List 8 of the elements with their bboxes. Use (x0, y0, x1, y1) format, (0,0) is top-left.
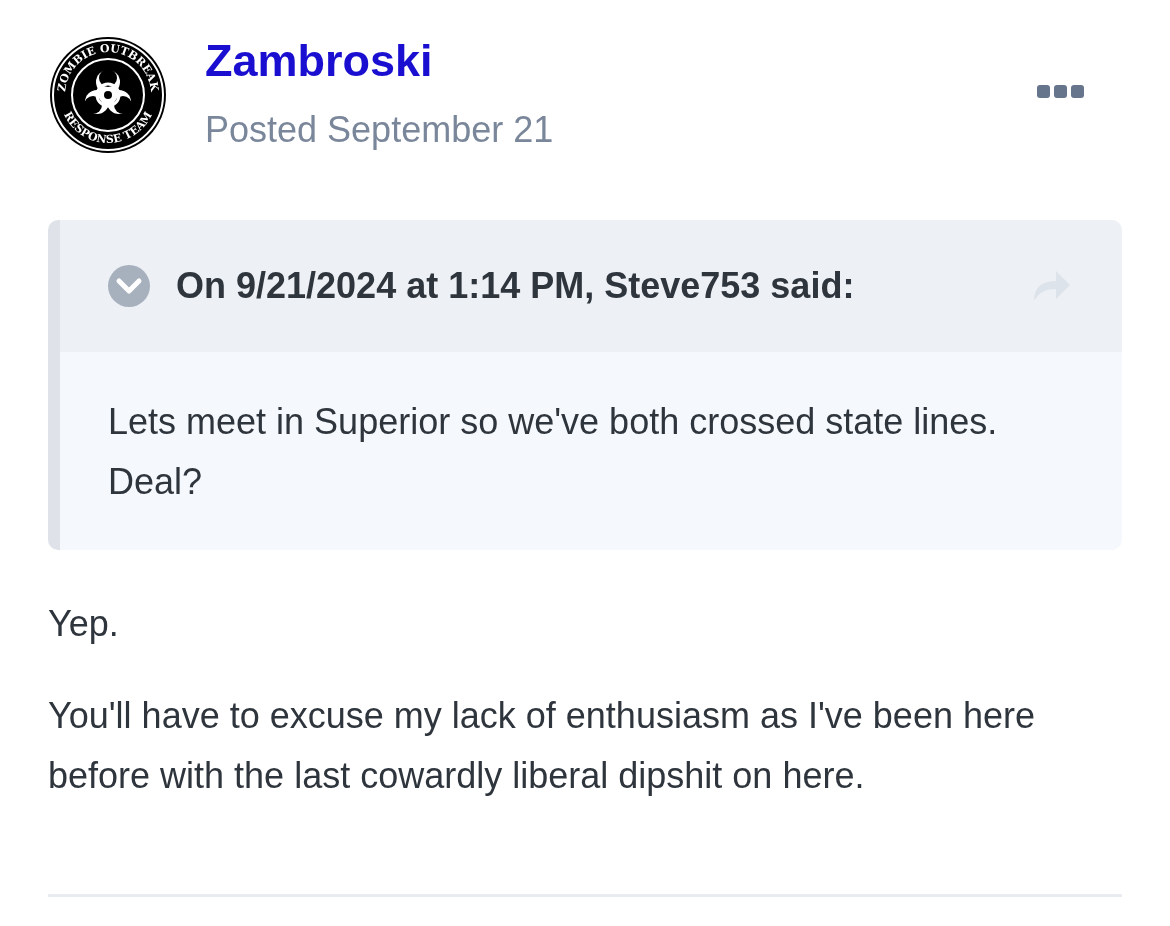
post-paragraph: You'll have to excuse my lack of enthusiasm as I've been here before with the last cowardly liberal dipshit on here. (48, 694, 1036, 798)
author-link[interactable]: Zambroski (205, 33, 1037, 89)
quote-citation: On 9/21/2024 at 1:14 PM, Steve753 said: (176, 265, 856, 307)
collapse-toggle-icon[interactable] (107, 264, 151, 308)
more-options-icon[interactable] (1037, 84, 1085, 100)
quote-text: Lets meet in Superior so we've both crossed state lines. Deal? (108, 400, 999, 504)
post-paragraph: Yep. (48, 602, 120, 646)
post-date: Posted September 21 (205, 108, 554, 152)
